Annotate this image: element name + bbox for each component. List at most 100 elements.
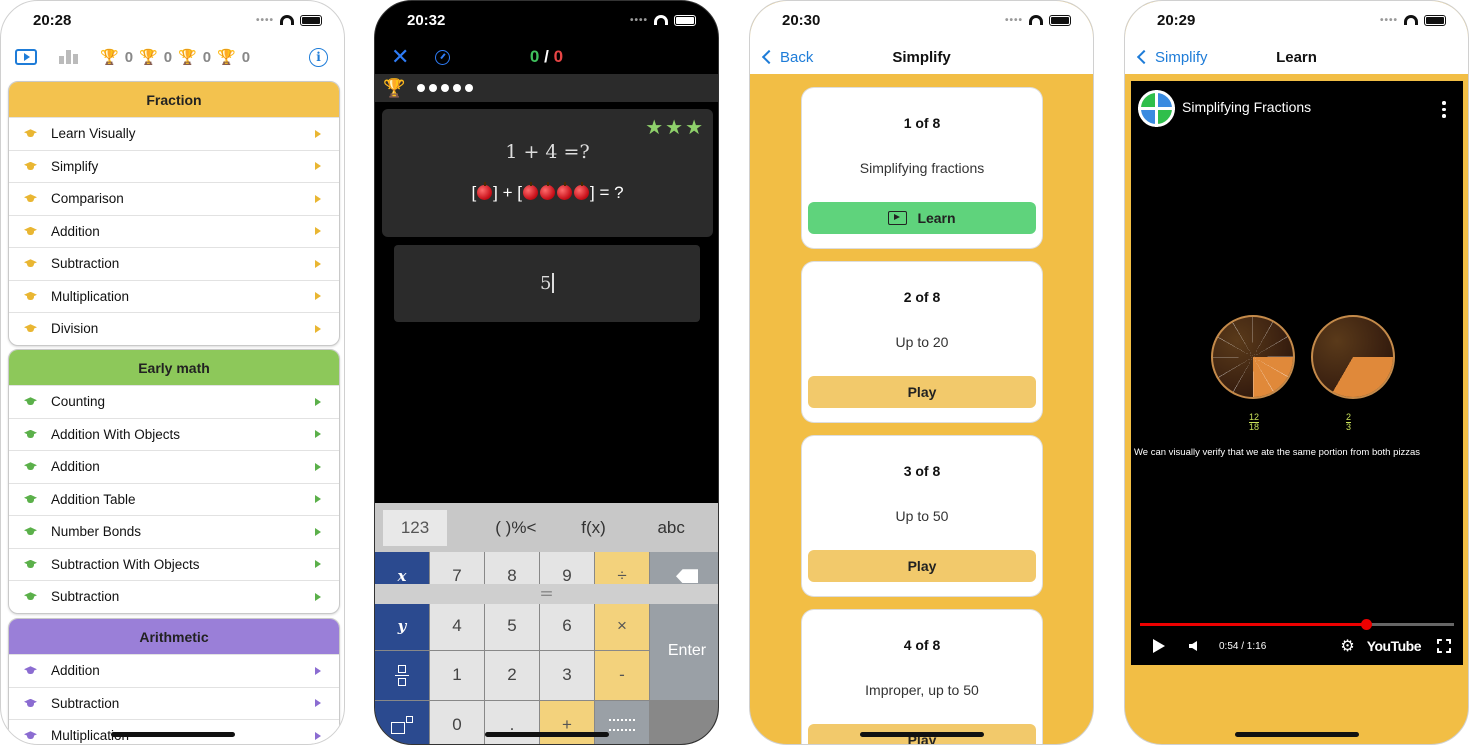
card-description: Improper, up to 50 — [865, 682, 979, 698]
seek-bar[interactable] — [1140, 619, 1454, 630]
menu-item[interactable]: Addition Table — [9, 482, 339, 516]
menu-item[interactable]: Addition With Objects — [9, 417, 339, 451]
seek-handle[interactable] — [1361, 619, 1373, 630]
section-header: Arithmetic — [9, 619, 339, 654]
progress-dots — [417, 84, 473, 92]
section-early-math: Early math Counting Addition With Object… — [8, 349, 340, 614]
fraction-label: 23 — [1346, 412, 1352, 432]
key-enter[interactable]: Enter — [650, 601, 718, 700]
gear-icon[interactable]: ⚙ — [1340, 636, 1354, 656]
trophy-count-3: 0 — [202, 48, 212, 66]
key-y[interactable]: y — [375, 601, 429, 650]
play-icon[interactable] — [1153, 639, 1165, 653]
wifi-icon — [654, 15, 668, 25]
menu-item[interactable]: Subtraction — [9, 686, 339, 720]
chevron-right-icon — [315, 592, 321, 601]
play-button[interactable]: Play — [808, 550, 1036, 582]
card-description: Up to 50 — [895, 508, 949, 524]
menu-item[interactable]: Counting — [9, 385, 339, 418]
channel-logo-icon[interactable] — [1138, 90, 1175, 127]
learn-button[interactable]: Learn — [808, 202, 1036, 234]
key-5[interactable]: 5 — [485, 601, 539, 650]
key-2[interactable]: 2 — [485, 651, 539, 700]
fullscreen-icon[interactable] — [1437, 639, 1451, 653]
section-header: Fraction — [9, 82, 339, 117]
menu-item[interactable]: Addition — [9, 654, 339, 687]
pizza-image — [1211, 315, 1295, 399]
answer-input[interactable]: 5 — [394, 245, 700, 322]
status-bar: 20:28 •••• — [1, 1, 344, 39]
video-play-icon[interactable] — [15, 49, 37, 65]
apple-icon — [540, 182, 555, 200]
trophy-gray-icon: 🏆 — [100, 49, 119, 66]
apple-icon — [523, 182, 538, 200]
menu-item[interactable]: Subtraction With Objects — [9, 547, 339, 581]
phone-simplify-screen: 20:30 •••• Back Simplify 1 of 8 Simplify… — [749, 0, 1094, 745]
back-button[interactable]: Simplify — [1135, 49, 1208, 66]
tab-symbols[interactable]: ( )%< — [477, 510, 555, 546]
tab-numbers[interactable]: 123 — [383, 509, 447, 546]
key-equals[interactable]: = — [375, 584, 718, 604]
menu-item[interactable]: Subtraction — [9, 580, 339, 613]
video-player[interactable]: Simplifying Fractions 12 18 23 We can vis… — [1131, 81, 1463, 665]
key-1[interactable]: 1 — [430, 651, 484, 700]
tab-functions[interactable]: f(x) — [555, 510, 633, 546]
key-dot[interactable]: . — [485, 700, 539, 744]
graduation-cap-icon — [24, 292, 37, 301]
navigation-bar: 20:29 •••• Simplify Learn — [1125, 1, 1468, 74]
stats-icon[interactable] — [59, 50, 78, 64]
graduation-cap-icon — [24, 397, 37, 406]
key-minus[interactable]: - — [595, 651, 649, 700]
graduation-cap-icon — [24, 592, 37, 601]
menu-item[interactable]: Number Bonds — [9, 515, 339, 548]
back-button[interactable]: Back — [760, 49, 813, 66]
key-hide-keyboard[interactable] — [595, 700, 649, 744]
menu-item[interactable]: Addition — [9, 214, 339, 248]
math-keyboard: x 7 8 9 ÷ y 4 5 6 × Enter 1 2 3 - 0 . = … — [375, 552, 718, 744]
menu-item[interactable]: Multiplication — [9, 279, 339, 313]
chevron-left-icon — [761, 49, 777, 65]
score-correct: 0 — [529, 47, 540, 66]
equation: 1 + 4 =? — [505, 141, 590, 163]
video-title[interactable]: Simplifying Fractions — [1182, 99, 1311, 115]
apple-icon — [574, 182, 589, 200]
key-fraction[interactable] — [375, 651, 429, 700]
key-3[interactable]: 3 — [540, 651, 594, 700]
wifi-icon — [1404, 15, 1418, 25]
chevron-right-icon — [315, 227, 321, 236]
video-controls: 0:54 / 1:16 ⚙ YouTube — [1153, 635, 1451, 657]
menu-item[interactable]: Subtraction — [9, 247, 339, 280]
key-4[interactable]: 4 — [430, 601, 484, 650]
menu-item[interactable]: Comparison — [9, 182, 339, 215]
menu-item[interactable]: Division — [9, 312, 339, 345]
time-display: 0:54 / 1:16 — [1219, 640, 1267, 652]
key-6[interactable]: 6 — [540, 601, 594, 650]
menu-item[interactable]: Addition — [9, 450, 339, 483]
menu-item[interactable]: Simplify — [9, 149, 339, 183]
tab-letters[interactable]: abc — [632, 510, 710, 546]
graduation-cap-icon — [24, 129, 37, 138]
main-toolbar: 🏆 0 🏆 0 🏆 0 🏆 0 i — [15, 43, 328, 71]
card-description: Simplifying fractions — [859, 160, 985, 176]
graduation-cap-icon — [24, 495, 37, 504]
quiz-toolbar: ✕ 0 / 0 — [391, 43, 702, 71]
key-multiply[interactable]: × — [595, 601, 649, 650]
trophy-count-2: 0 — [163, 48, 173, 66]
key-plus[interactable]: + — [540, 700, 594, 744]
status-time: 20:30 — [782, 11, 821, 29]
home-indicator — [859, 732, 984, 737]
menu-item[interactable]: Learn Visually — [9, 117, 339, 150]
more-options-icon[interactable] — [1442, 101, 1446, 118]
youtube-logo[interactable]: YouTube — [1367, 638, 1422, 654]
graduation-cap-icon — [24, 699, 37, 708]
chevron-right-icon — [315, 129, 321, 138]
graduation-cap-icon — [24, 666, 37, 675]
key-0[interactable]: 0 — [430, 700, 484, 744]
lesson-card: 1 of 8 Simplifying fractions Learn — [802, 88, 1042, 248]
volume-icon[interactable] — [1189, 641, 1197, 651]
info-icon[interactable]: i — [309, 47, 328, 67]
section-header: Early math — [9, 350, 339, 385]
signal-icon: •••• — [255, 14, 274, 26]
key-exponent[interactable] — [375, 700, 429, 744]
play-button[interactable]: Play — [808, 376, 1036, 408]
